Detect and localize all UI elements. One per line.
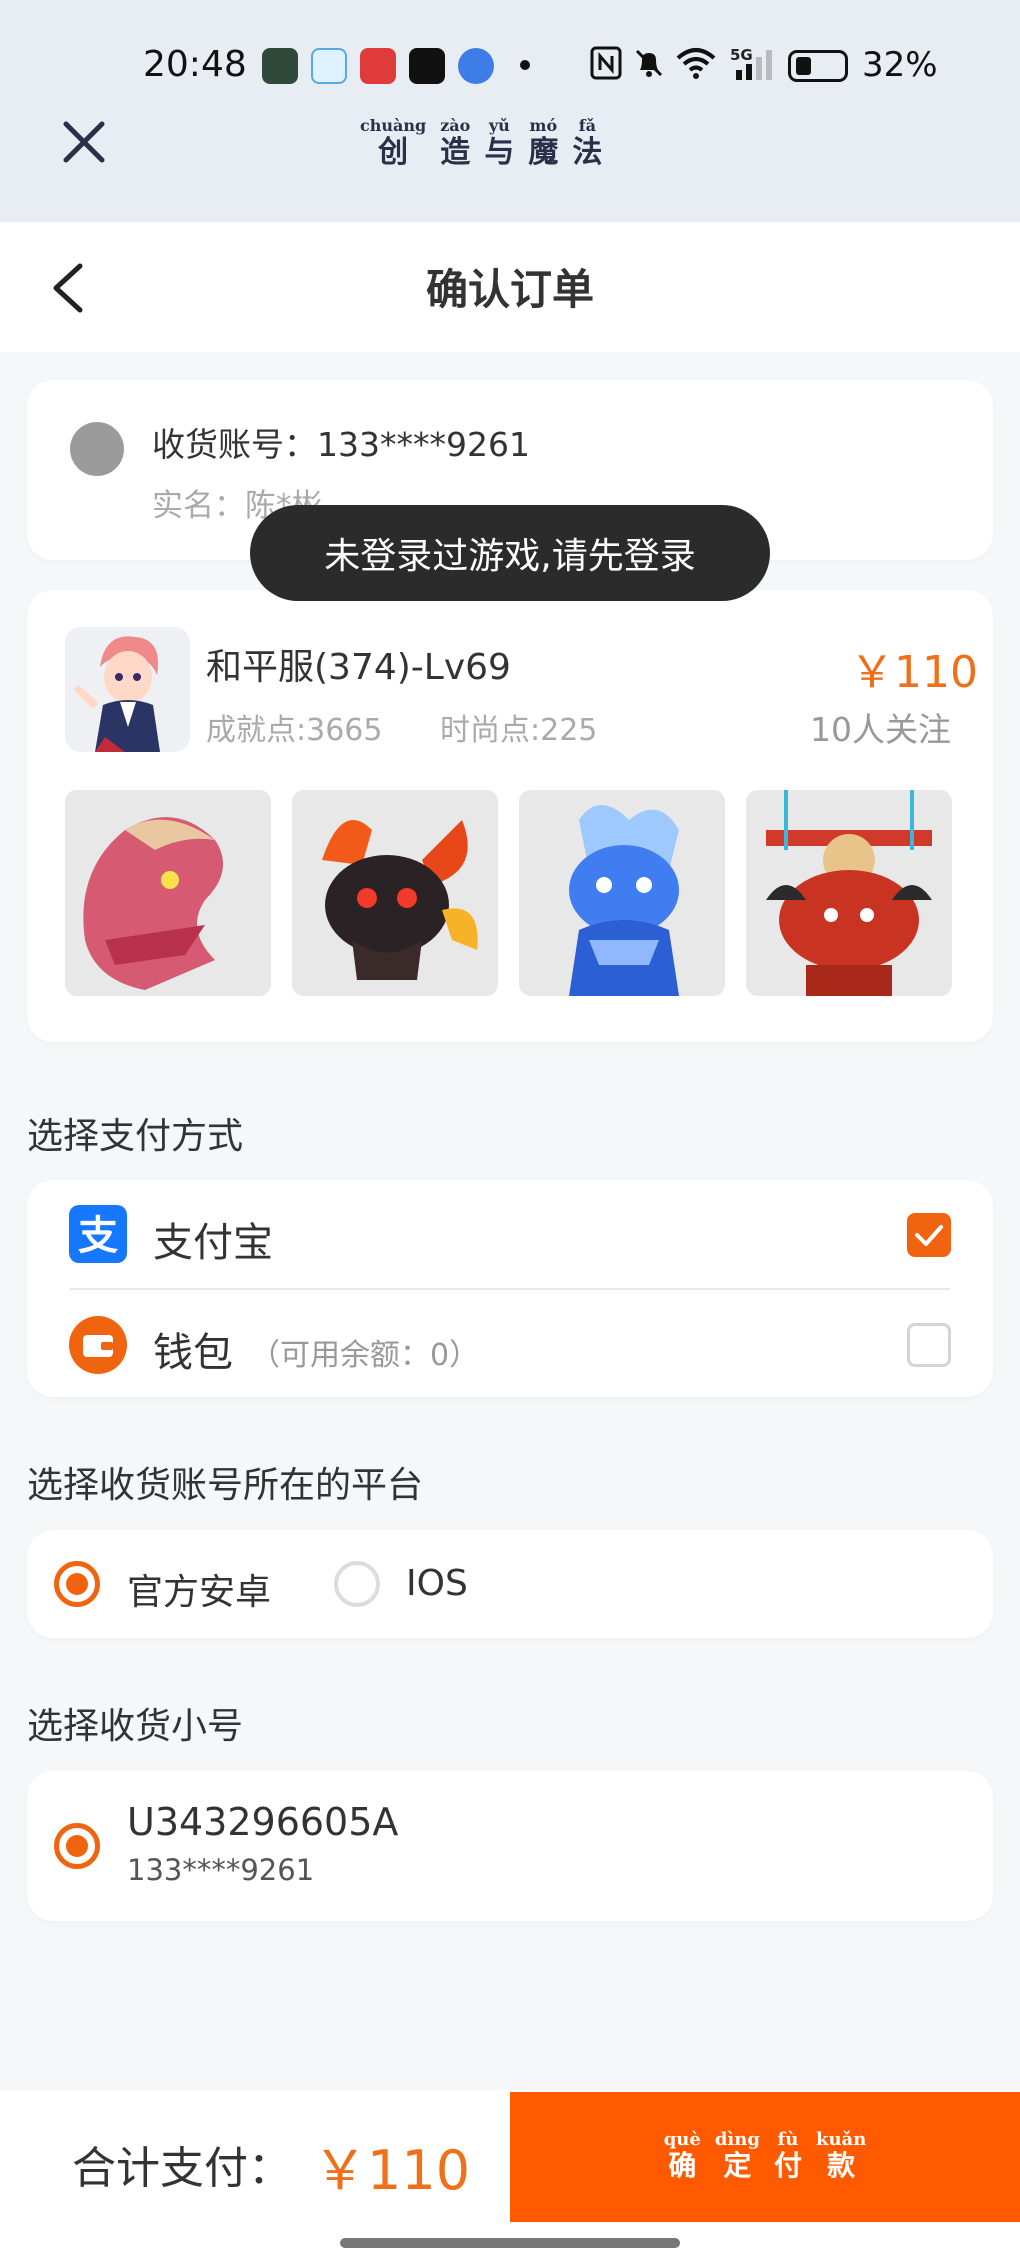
- confirm-payment-button[interactable]: 确què 定dìng 付fù 款kuǎn: [510, 2092, 1020, 2222]
- total-price: ￥110: [313, 2139, 471, 2202]
- home-indicator[interactable]: [340, 2238, 680, 2248]
- radio-sub-account[interactable]: [54, 1823, 100, 1869]
- alipay-icon: 支: [69, 1205, 127, 1263]
- payment-option-label: 钱包: [153, 1330, 233, 1376]
- toast-message: 未登录过游戏,请先登录: [250, 505, 770, 601]
- app-icon-5: [458, 48, 494, 84]
- wifi-icon: [676, 46, 716, 88]
- pay-char: 款kuǎn: [815, 2128, 867, 2182]
- pet-thumbnail-2[interactable]: [292, 790, 498, 996]
- page-title: 确认订单: [425, 265, 594, 314]
- title-char: 法fǎ: [572, 116, 603, 170]
- alipay-checkbox[interactable]: [907, 1213, 951, 1257]
- pay-pinyin: dìng: [714, 2128, 760, 2150]
- top-bar: [0, 0, 1020, 222]
- title-pinyin: chuàng: [360, 116, 427, 135]
- pet-thumbnail-4[interactable]: [746, 790, 952, 996]
- pet-thumbnail-1[interactable]: [65, 790, 271, 996]
- mute-bell-icon: [632, 46, 666, 88]
- title-pinyin: mó: [528, 116, 559, 135]
- pay-char: 定dìng: [714, 2128, 760, 2182]
- app-icon-1: [262, 48, 298, 84]
- title-pinyin: yǔ: [484, 116, 515, 135]
- pay-char: 确què: [663, 2128, 701, 2182]
- app-title: 创chuàng 造zào 与yǔ 魔mó 法fǎ: [360, 116, 603, 171]
- close-icon[interactable]: [58, 116, 110, 168]
- status-time: 20:48: [143, 44, 247, 85]
- sub-account-phone: 133****9261: [127, 1853, 315, 1887]
- title-char: 与yǔ: [484, 116, 515, 170]
- wallet-balance: （可用余额：0）: [250, 1338, 480, 1373]
- radio-ios[interactable]: [334, 1561, 380, 1607]
- pay-char: 付fù: [773, 2128, 802, 2182]
- total-label: 合计支付：: [72, 2143, 292, 2194]
- battery-percent: 32%: [862, 45, 938, 85]
- tiktok-icon: [409, 48, 445, 84]
- confirm-payment-label: 确què 定dìng 付fù 款kuǎn: [663, 2128, 867, 2184]
- platform-section-title: 选择收货账号所在的平台: [27, 1465, 424, 1506]
- pay-pinyin: què: [663, 2128, 701, 2150]
- payment-section-title: 选择支付方式: [27, 1116, 244, 1157]
- battery-icon: [788, 50, 848, 82]
- pay-pinyin: kuǎn: [815, 2128, 867, 2150]
- title-char: 造zào: [440, 116, 471, 170]
- signal-icon: [736, 46, 780, 90]
- follower-count: 10人关注: [810, 710, 951, 749]
- platform-option-ios[interactable]: IOS: [406, 1563, 468, 1604]
- svg-text:支: 支: [78, 1213, 118, 1259]
- item-price: ￥110: [850, 647, 978, 698]
- title-pinyin: fǎ: [572, 116, 603, 135]
- avatar: [70, 422, 124, 476]
- platform-option-android[interactable]: 官方安卓: [127, 1563, 271, 1615]
- character-avatar: [65, 627, 190, 752]
- more-notifications-dot: [520, 60, 530, 70]
- wallet-icon: [69, 1316, 127, 1374]
- wallet-checkbox[interactable]: [907, 1323, 951, 1367]
- receiving-account: 收货账号：133****9261: [152, 425, 530, 464]
- item-title: 和平服(374)-Lv69: [206, 647, 511, 688]
- sub-account-card[interactable]: [27, 1771, 993, 1921]
- fashion-points: 时尚点:225: [440, 713, 598, 748]
- app-icon-3: [360, 48, 396, 84]
- pay-pinyin: fù: [773, 2128, 802, 2150]
- radio-android[interactable]: [54, 1561, 100, 1607]
- app-icon-2: [311, 48, 347, 84]
- sub-account-section-title: 选择收货小号: [27, 1706, 244, 1747]
- nfc-icon: [590, 46, 622, 88]
- sub-account-name: U343296605A: [127, 1800, 399, 1844]
- payment-option-label: 支付宝: [153, 1220, 273, 1266]
- achievement-points: 成就点:3665: [206, 713, 383, 748]
- pet-thumbnail-3[interactable]: [519, 790, 725, 996]
- title-char: 魔mó: [528, 116, 559, 170]
- battery-level-fill: [796, 57, 811, 75]
- title-char: 创chuàng: [360, 116, 427, 170]
- title-pinyin: zào: [440, 116, 471, 135]
